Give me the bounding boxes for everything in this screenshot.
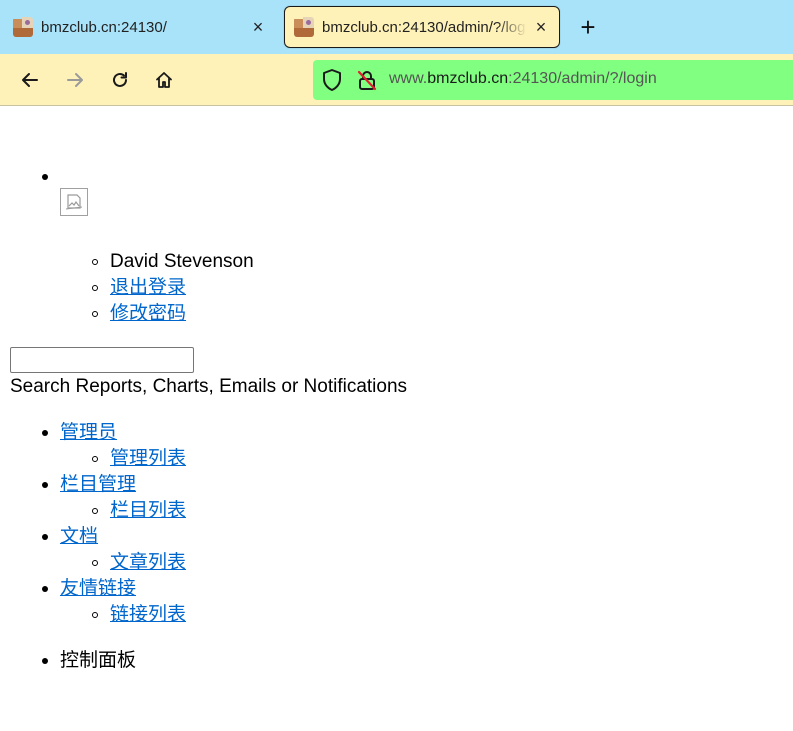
nav-admin-list-link[interactable]: 管理列表 (110, 446, 186, 472)
list-bullet (42, 174, 48, 180)
url-path: :24130/admin/?/login (508, 70, 657, 87)
tab-strip: bmzclub.cn:24130/ × bmzclub.cn:24130/adm… (0, 0, 793, 54)
list-circle (92, 612, 98, 618)
avatar (60, 188, 88, 216)
home-icon (156, 72, 172, 88)
tab-2-active[interactable]: bmzclub.cn:24130/admin/?/login × (284, 6, 560, 48)
url-text: www.bmzclub.cn:24130/admin/?/login (389, 70, 657, 88)
user-name: David Stevenson (110, 251, 254, 272)
new-tab-button[interactable]: + (574, 12, 602, 42)
home-button[interactable] (148, 64, 180, 96)
tab-title: bmzclub.cn:24130/admin/?/login (322, 18, 527, 36)
forward-arrow-icon (67, 73, 83, 87)
list-bullet (42, 482, 48, 488)
tab-1[interactable]: bmzclub.cn:24130/ × (4, 6, 276, 48)
list-bullet (42, 534, 48, 540)
list-circle (92, 285, 98, 291)
page-content: David Stevenson 退出登录 修改密码 Search Reports… (0, 106, 793, 731)
list-bullet (42, 586, 48, 592)
close-tab-icon[interactable]: × (527, 17, 555, 38)
url-prefix: www. (389, 70, 428, 87)
tab-title: bmzclub.cn:24130/ (41, 18, 167, 36)
nav-friend-links-link[interactable]: 友情链接 (60, 576, 136, 602)
back-arrow-icon (22, 73, 38, 87)
list-circle (92, 456, 98, 462)
back-button[interactable] (14, 64, 46, 96)
change-password-link[interactable]: 修改密码 (110, 301, 186, 327)
tracking-protection-shield-icon[interactable] (321, 68, 343, 97)
site-favicon-icon (13, 17, 33, 37)
insecure-lock-icon[interactable] (355, 68, 379, 97)
list-bullet (42, 430, 48, 436)
reload-button[interactable] (104, 64, 136, 96)
search-input[interactable] (10, 347, 194, 373)
list-circle (92, 508, 98, 514)
url-bar[interactable]: www.bmzclub.cn:24130/admin/?/login (313, 60, 793, 100)
nav-article-list-link[interactable]: 文章列表 (110, 550, 186, 576)
search-label: Search Reports, Charts, Emails or Notifi… (10, 376, 408, 397)
forward-button[interactable] (59, 64, 91, 96)
list-circle (92, 259, 98, 265)
navigation-toolbar: www.bmzclub.cn:24130/admin/?/login (0, 54, 793, 106)
dashboard-label: 控制面板 (60, 650, 137, 671)
nav-category-list-link[interactable]: 栏目列表 (110, 498, 186, 524)
list-circle (92, 560, 98, 566)
url-host: bmzclub.cn (427, 70, 509, 87)
close-tab-icon[interactable]: × (244, 17, 272, 38)
logout-link[interactable]: 退出登录 (110, 275, 186, 301)
nav-documents-link[interactable]: 文档 (60, 524, 98, 550)
broken-image-icon (65, 194, 83, 210)
nav-category-link[interactable]: 栏目管理 (60, 472, 136, 498)
site-favicon-icon (294, 17, 314, 37)
nav-admin-link[interactable]: 管理员 (60, 420, 117, 446)
reload-icon (113, 72, 127, 87)
nav-link-list-link[interactable]: 链接列表 (110, 602, 186, 628)
list-bullet (42, 658, 48, 664)
list-circle (92, 311, 98, 317)
